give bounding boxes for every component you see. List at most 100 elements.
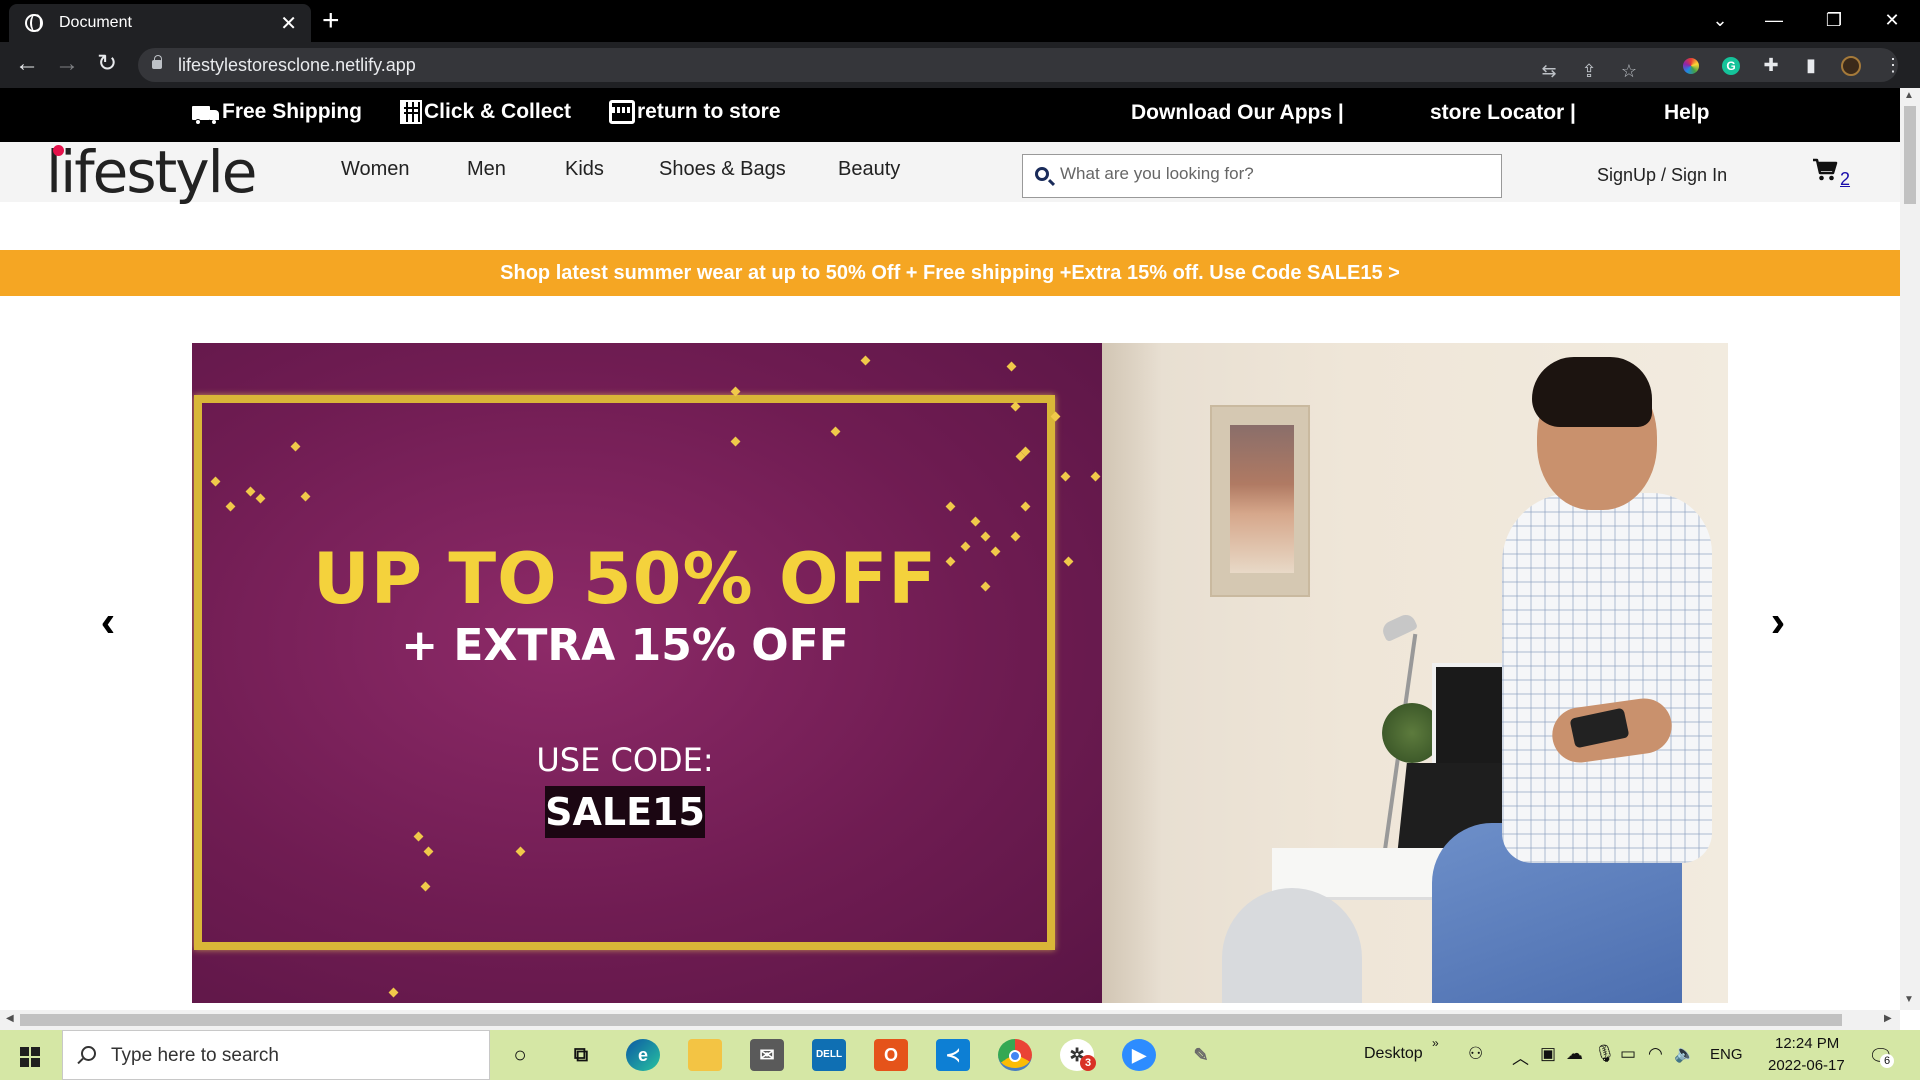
notification-badge: 3 <box>1080 1055 1096 1071</box>
address-bar[interactable]: lifestylestoresclone.netlify.app ⇆ ⇪ ☆ <box>138 48 1898 82</box>
nav-men[interactable]: Men <box>467 158 506 181</box>
chrome-icon[interactable] <box>998 1039 1032 1071</box>
wall-art <box>1210 405 1310 597</box>
click-collect-label: Click & Collect <box>424 100 572 123</box>
url-text[interactable]: lifestylestoresclone.netlify.app <box>178 55 416 76</box>
return-store-label: return to store <box>637 100 781 123</box>
top-info-bar: Free Shipping Click & Collect return to … <box>0 88 1920 142</box>
clock-time[interactable]: 12:24 PM <box>1775 1035 1839 1052</box>
carousel-next-arrow[interactable]: › <box>1758 600 1798 644</box>
onedrive-icon[interactable]: ☁ <box>1566 1044 1583 1064</box>
scroll-down-icon[interactable]: ▼ <box>1904 994 1914 1005</box>
people-icon[interactable]: ⚇ <box>1468 1044 1483 1064</box>
tab-search-dropdown-icon[interactable]: ⌄ <box>1690 0 1750 42</box>
chevron-up-icon[interactable]: ︿ <box>1512 1044 1529 1069</box>
dell-icon[interactable]: DELL <box>812 1039 846 1071</box>
lock-icon[interactable] <box>152 55 162 69</box>
extensions-puzzle-icon[interactable]: ✚ <box>1754 48 1788 82</box>
cortana-icon[interactable]: ○ <box>503 1039 537 1071</box>
download-apps-link[interactable]: Download Our Apps | <box>1131 101 1344 125</box>
volume-icon[interactable]: 🔈 <box>1674 1044 1695 1064</box>
return-store-link[interactable]: return to store <box>609 100 781 124</box>
truck-icon <box>192 106 220 125</box>
grammarly-icon[interactable]: G <box>1714 48 1748 82</box>
free-shipping-label: Free Shipping <box>222 100 363 123</box>
signin-link[interactable]: SignUp / Sign In <box>1597 165 1727 186</box>
browser-menu-icon[interactable]: ⋮ <box>1876 48 1910 82</box>
offer-panel: UP TO 50% OFF + EXTRA 15% OFF USE CODE: … <box>192 343 1102 1003</box>
notification-center-icon[interactable]: 🗨6 <box>1868 1044 1894 1069</box>
slack-icon[interactable]: ✲ 3 <box>1060 1039 1096 1071</box>
cart-count[interactable]: 2 <box>1840 169 1850 190</box>
carousel-prev-arrow[interactable]: ‹ <box>88 600 128 644</box>
microphone-icon[interactable]: 🎙 <box>1594 1044 1616 1064</box>
gold-frame <box>194 395 1055 950</box>
language-indicator[interactable]: ENG <box>1710 1046 1743 1063</box>
browser-toolbar: ← → ↻ lifestylestoresclone.netlify.app ⇆… <box>0 42 1920 88</box>
restore-button[interactable]: ❐ <box>1804 0 1864 42</box>
hero-carousel-slide[interactable]: UP TO 50% OFF + EXTRA 15% OFF USE CODE: … <box>192 343 1728 1003</box>
battery-icon[interactable]: ▭ <box>1620 1044 1636 1064</box>
bookmark-star-icon[interactable]: ☆ <box>1612 54 1646 88</box>
promo-code: SALE15 <box>545 786 705 838</box>
side-panel-icon[interactable]: ▮ <box>1794 48 1828 82</box>
cart-icon <box>1813 158 1838 181</box>
nav-women[interactable]: Women <box>341 158 410 181</box>
chevron-double-icon[interactable]: » <box>1432 1036 1439 1050</box>
browser-tab-bar: Document ✕ + ⌄ — ❐ ✕ <box>0 0 1920 42</box>
help-link[interactable]: Help <box>1664 101 1710 125</box>
file-explorer-icon[interactable] <box>688 1039 722 1071</box>
minimize-button[interactable]: — <box>1744 0 1804 42</box>
nav-kids[interactable]: Kids <box>565 158 604 181</box>
promo-banner[interactable]: Shop latest summer wear at up to 50% Off… <box>0 250 1900 296</box>
taskbar-search[interactable]: Type here to search <box>62 1030 490 1080</box>
horizontal-scrollbar[interactable]: ◀ ▶ <box>0 1010 1900 1030</box>
new-tab-button[interactable]: + <box>322 4 340 38</box>
notification-count: 6 <box>1880 1054 1894 1068</box>
desktop-toolbar-label[interactable]: Desktop <box>1364 1045 1423 1063</box>
paint-icon[interactable]: ✎ <box>1184 1039 1218 1071</box>
taskbar-search-placeholder: Type here to search <box>111 1045 279 1066</box>
clock-date[interactable]: 2022-06-17 <box>1768 1057 1845 1074</box>
reload-icon[interactable]: ↻ <box>90 48 124 82</box>
zoom-icon[interactable]: ▶ <box>1122 1039 1156 1071</box>
mail-icon[interactable]: ✉ <box>750 1039 784 1071</box>
meet-now-icon[interactable]: ▣ <box>1540 1044 1556 1064</box>
free-shipping-link[interactable]: Free Shipping <box>192 100 363 125</box>
vscode-icon[interactable]: ≺ <box>936 1039 970 1071</box>
browser-tab[interactable]: Document ✕ <box>9 4 311 42</box>
window-close-button[interactable]: ✕ <box>1862 0 1920 42</box>
search-icon <box>1035 167 1049 181</box>
vertical-scroll-thumb[interactable] <box>1904 106 1916 204</box>
vertical-scrollbar[interactable]: ▲ ▼ <box>1900 88 1920 1010</box>
wifi-icon[interactable]: ◠ <box>1648 1044 1663 1064</box>
scroll-up-icon[interactable]: ▲ <box>1904 90 1914 101</box>
profile-avatar[interactable] <box>1834 48 1868 82</box>
search-box[interactable] <box>1022 154 1502 198</box>
store-locator-link[interactable]: store Locator | <box>1430 101 1576 125</box>
edge-icon[interactable]: e <box>626 1039 660 1071</box>
nav-shoes-bags[interactable]: Shoes & Bags <box>659 158 786 181</box>
translate-icon[interactable]: ⇆ <box>1532 54 1566 88</box>
share-icon[interactable]: ⇪ <box>1572 54 1606 88</box>
nav-beauty[interactable]: Beauty <box>838 158 900 181</box>
tab-close-icon[interactable]: ✕ <box>280 11 297 36</box>
globe-icon <box>25 14 43 32</box>
task-view-icon[interactable]: ⧉ <box>564 1039 598 1071</box>
search-icon <box>81 1046 96 1061</box>
office-icon[interactable]: O <box>874 1039 908 1071</box>
back-arrow-icon[interactable]: ← <box>10 48 44 82</box>
logo-dot <box>53 145 64 156</box>
click-collect-link[interactable]: Click & Collect <box>400 100 571 124</box>
forward-arrow-icon[interactable]: → <box>50 48 84 82</box>
model-person <box>1502 493 1712 863</box>
windows-taskbar: Type here to search ○ ⧉ e ✉ DELL O ≺ ✲ 3 … <box>0 1030 1920 1080</box>
search-input[interactable] <box>1060 164 1490 184</box>
color-extension-icon[interactable] <box>1674 48 1708 82</box>
scroll-right-icon[interactable]: ▶ <box>1884 1013 1892 1024</box>
lifestyle-logo[interactable]: lifestyle <box>46 138 257 206</box>
horizontal-scroll-thumb[interactable] <box>20 1014 1842 1026</box>
windows-start-icon[interactable] <box>20 1047 40 1067</box>
offer-headline: UP TO 50% OFF <box>312 538 938 620</box>
scroll-left-icon[interactable]: ◀ <box>6 1013 14 1024</box>
